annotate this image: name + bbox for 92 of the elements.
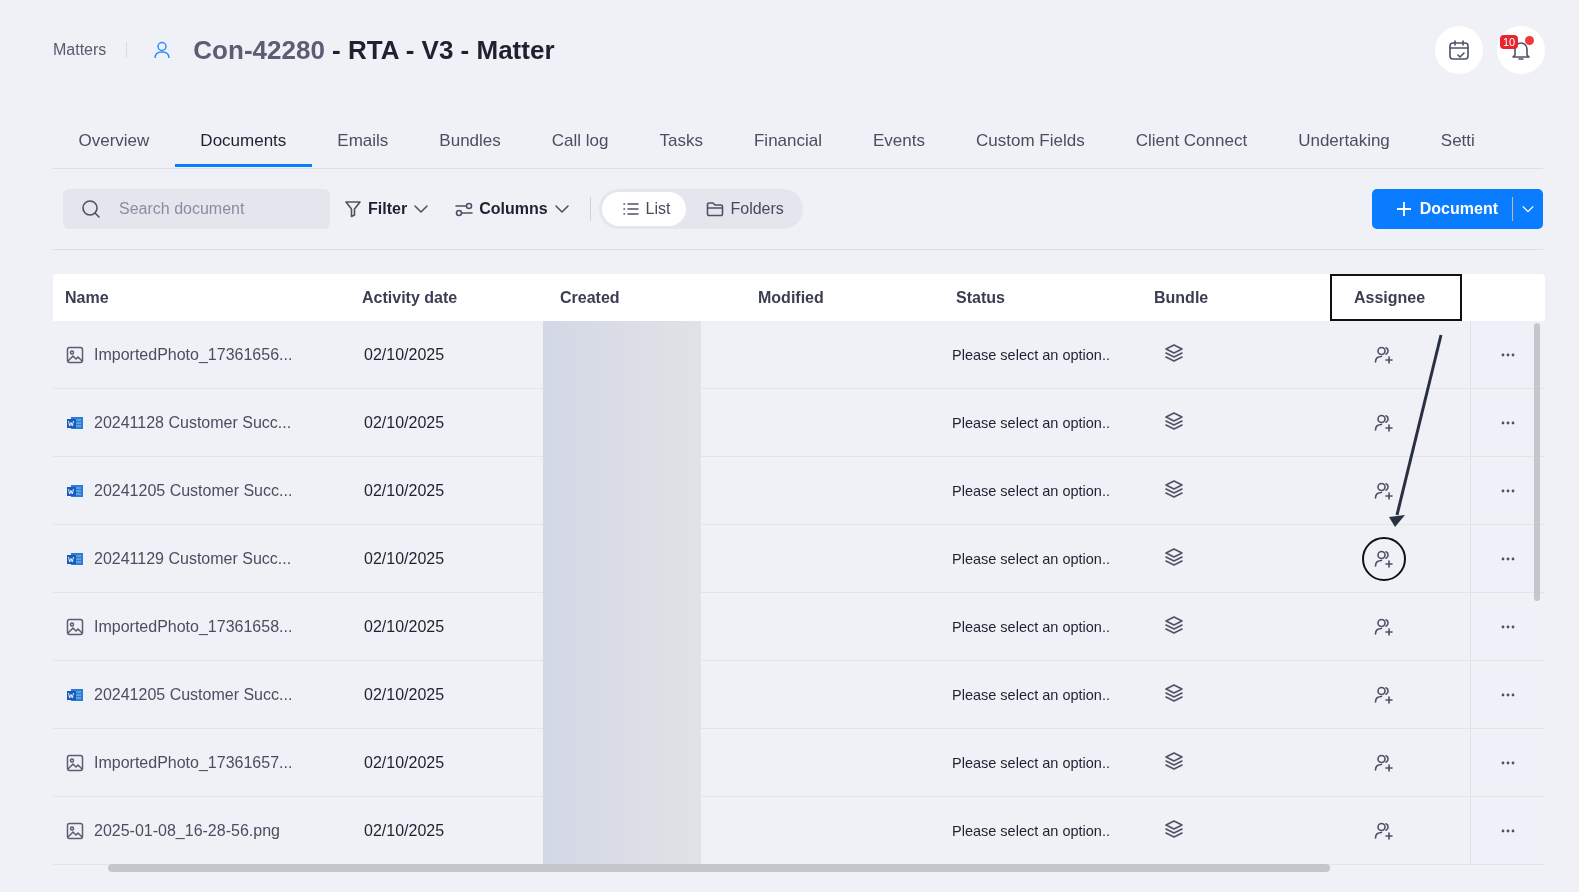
status-select[interactable]: Please select an option.. — [944, 822, 1142, 839]
status-select[interactable]: Please select an option.. — [944, 482, 1142, 499]
more-icon — [1501, 760, 1515, 765]
table-cell-text: 02/10/2025 — [363, 685, 446, 704]
table-cell-text: 02/10/2025 — [363, 413, 446, 432]
layers-icon — [1164, 410, 1184, 431]
person-plus-icon — [1374, 752, 1394, 773]
column-header: Bundle — [1153, 287, 1210, 308]
tab[interactable]: Client Connect — [1110, 117, 1273, 167]
image-file-icon — [66, 345, 84, 364]
add-assignee-button[interactable] — [1362, 536, 1406, 581]
image-file-icon — [66, 617, 84, 636]
person-plus-icon — [1374, 616, 1394, 637]
user-icon — [153, 41, 172, 59]
tab[interactable]: Call log — [526, 117, 634, 167]
notification-count: 10 — [1500, 35, 1519, 49]
funnel-icon — [344, 200, 362, 218]
column-header: Assignee — [1330, 274, 1462, 321]
tab[interactable]: Overview — [53, 117, 175, 167]
layers-icon — [1164, 614, 1184, 635]
search-icon — [81, 199, 101, 219]
tab[interactable]: Financial — [728, 117, 848, 167]
image-file-icon — [66, 753, 84, 772]
file-name[interactable]: 20241205 Customer Succ... — [94, 481, 293, 500]
layers-icon — [1164, 342, 1184, 363]
person-plus-icon — [1374, 820, 1394, 841]
table-cell-text: 02/10/2025 — [363, 481, 446, 500]
tab[interactable]: Setti — [1415, 117, 1501, 167]
layers-icon — [1164, 750, 1184, 771]
scrollbar[interactable] — [1534, 323, 1540, 601]
file-name[interactable]: 20241128 Customer Succ... — [94, 413, 292, 432]
table-cell-text: 02/10/2025 — [363, 345, 446, 364]
person-plus-icon — [1374, 480, 1394, 501]
table-cell-text: 02/10/2025 — [363, 617, 446, 636]
file-name[interactable]: ImportedPhoto_17361657... — [94, 753, 293, 772]
more-icon — [1501, 556, 1515, 561]
plus-icon — [1395, 201, 1412, 217]
scrollbar[interactable] — [108, 864, 1330, 872]
status-select[interactable]: Please select an option.. — [944, 618, 1142, 635]
status-select[interactable]: Please select an option.. — [944, 686, 1142, 703]
list-icon — [621, 200, 640, 218]
more-icon — [1501, 624, 1515, 629]
person-plus-icon — [1374, 548, 1394, 569]
more-icon — [1501, 828, 1515, 833]
matter-title: Con-42280 - RTA - V3 - Matter — [193, 34, 555, 66]
layers-icon — [1164, 546, 1184, 567]
calendar-button[interactable] — [1435, 26, 1483, 74]
search-field[interactable]: Search document — [63, 189, 330, 229]
column-header: Status — [955, 287, 1006, 308]
view-option[interactable]: Folders — [686, 192, 800, 226]
view-option[interactable]: List — [601, 192, 687, 226]
filter-button[interactable]: Filter — [344, 200, 430, 218]
more-icon — [1501, 352, 1515, 357]
breadcrumb-link[interactable]: Matters — [53, 41, 107, 59]
file-name[interactable]: ImportedPhoto_17361658... — [94, 617, 293, 636]
status-select[interactable]: Please select an option.. — [944, 414, 1142, 431]
file-name[interactable]: 2025-01-08_16-28-56.png — [94, 821, 280, 840]
columns-button[interactable]: Columns — [455, 200, 570, 218]
status-select[interactable]: Please select an option.. — [944, 754, 1142, 771]
tab[interactable]: Events — [847, 117, 951, 167]
layers-icon — [1164, 682, 1184, 703]
tab[interactable]: Documents — [174, 117, 312, 167]
layers-icon — [1164, 818, 1184, 839]
tab[interactable]: Custom Fields — [950, 117, 1111, 167]
sliders-icon — [455, 200, 474, 218]
layers-icon — [1164, 478, 1184, 499]
calendar-icon — [1448, 39, 1470, 61]
person-plus-icon — [1374, 344, 1394, 365]
file-name[interactable]: 20241205 Customer Succ... — [94, 685, 293, 704]
column-header: Activity date — [361, 287, 459, 308]
status-select[interactable]: Please select an option.. — [944, 346, 1142, 363]
tab[interactable]: Emails — [311, 117, 414, 167]
column-header: Modified — [757, 287, 825, 308]
folder-icon — [706, 200, 725, 218]
more-icon — [1501, 692, 1515, 697]
person-plus-icon — [1374, 412, 1394, 433]
status-select[interactable]: Please select an option.. — [944, 550, 1142, 567]
table-cell-text: 02/10/2025 — [363, 821, 446, 840]
table-cell-text: 02/10/2025 — [363, 753, 446, 772]
column-header: Name — [64, 287, 110, 308]
tab[interactable]: Undertaking — [1272, 117, 1416, 167]
more-icon — [1501, 488, 1515, 493]
more-icon — [1501, 420, 1515, 425]
tab[interactable]: Bundles — [413, 117, 527, 167]
column-header: Created — [559, 287, 621, 308]
table-cell-text: 02/10/2025 — [363, 549, 446, 568]
file-name[interactable]: ImportedPhoto_17361656... — [94, 345, 293, 364]
image-file-icon — [66, 821, 84, 840]
person-plus-icon — [1374, 684, 1394, 705]
notifications-button[interactable]: 10 — [1497, 26, 1545, 74]
file-name[interactable]: 20241129 Customer Succ... — [94, 549, 292, 568]
tab[interactable]: Tasks — [634, 117, 729, 167]
